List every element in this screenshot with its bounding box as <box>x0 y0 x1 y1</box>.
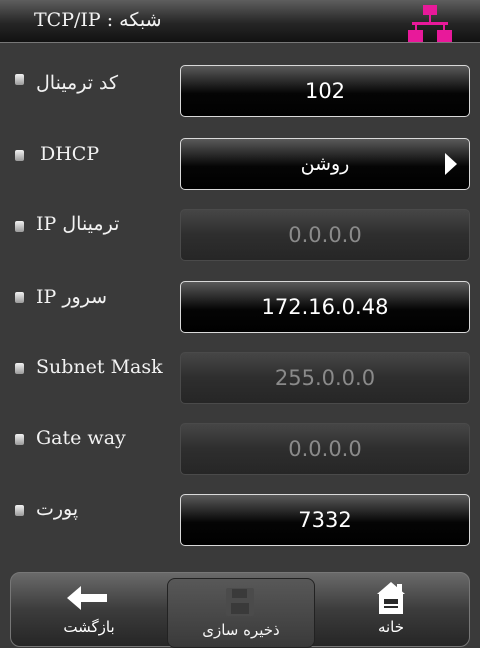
back-label: بازگشت <box>63 618 115 636</box>
subnet-mask-field: 255.0.0.0 <box>180 352 470 404</box>
network-icon <box>408 5 452 42</box>
save-label: ذخیره سازی <box>202 621 280 639</box>
row-terminal-ip: IP ترمینال 0.0.0.0 <box>0 209 480 263</box>
home-icon <box>377 582 405 614</box>
bullet-icon <box>15 505 24 516</box>
terminal-ip-field: 0.0.0.0 <box>180 209 470 261</box>
save-button[interactable]: ذخیره سازی <box>167 578 315 648</box>
arrow-right-icon[interactable] <box>445 153 457 175</box>
row-port: پورت 7332 <box>0 494 480 548</box>
gateway-field: 0.0.0.0 <box>180 423 470 475</box>
footer-bar: بازگشت ذخیره سازی خانه <box>10 572 470 648</box>
dhcp-select[interactable]: روشن <box>180 138 470 190</box>
label-terminal-code: کد ترمینال <box>36 72 119 94</box>
home-label: خانه <box>377 618 405 636</box>
row-dhcp: DHCP روشن <box>0 138 480 192</box>
row-terminal-code: کد ترمینال 102 <box>0 65 480 119</box>
bullet-icon <box>15 221 24 232</box>
bullet-icon <box>15 150 24 161</box>
label-server-ip: IP سرور <box>36 286 108 308</box>
row-subnet-mask: Subnet Mask 255.0.0.0 <box>0 352 480 406</box>
bullet-icon <box>15 434 24 445</box>
row-gateway: Gate way 0.0.0.0 <box>0 423 480 477</box>
row-server-ip: IP سرور 172.16.0.48 <box>0 281 480 335</box>
arrow-left-icon <box>67 586 107 610</box>
server-ip-field[interactable]: 172.16.0.48 <box>180 281 470 333</box>
floppy-disk-icon <box>226 588 254 616</box>
dhcp-value: روشن <box>300 153 350 175</box>
header-bar: شبکه : TCP/IP <box>0 0 480 43</box>
bullet-icon <box>15 363 24 374</box>
label-gateway: Gate way <box>36 427 126 449</box>
bullet-icon <box>15 74 24 85</box>
back-button[interactable]: بازگشت <box>11 573 167 648</box>
port-field[interactable]: 7332 <box>180 494 470 546</box>
label-port: پورت <box>36 498 79 520</box>
label-terminal-ip: IP ترمینال <box>36 213 120 235</box>
bullet-icon <box>15 292 24 303</box>
terminal-code-field[interactable]: 102 <box>180 65 470 117</box>
home-button[interactable]: خانه <box>313 573 469 648</box>
page-title: شبکه : TCP/IP <box>34 9 162 31</box>
label-subnet-mask: Subnet Mask <box>36 356 163 378</box>
label-dhcp: DHCP <box>40 143 100 165</box>
